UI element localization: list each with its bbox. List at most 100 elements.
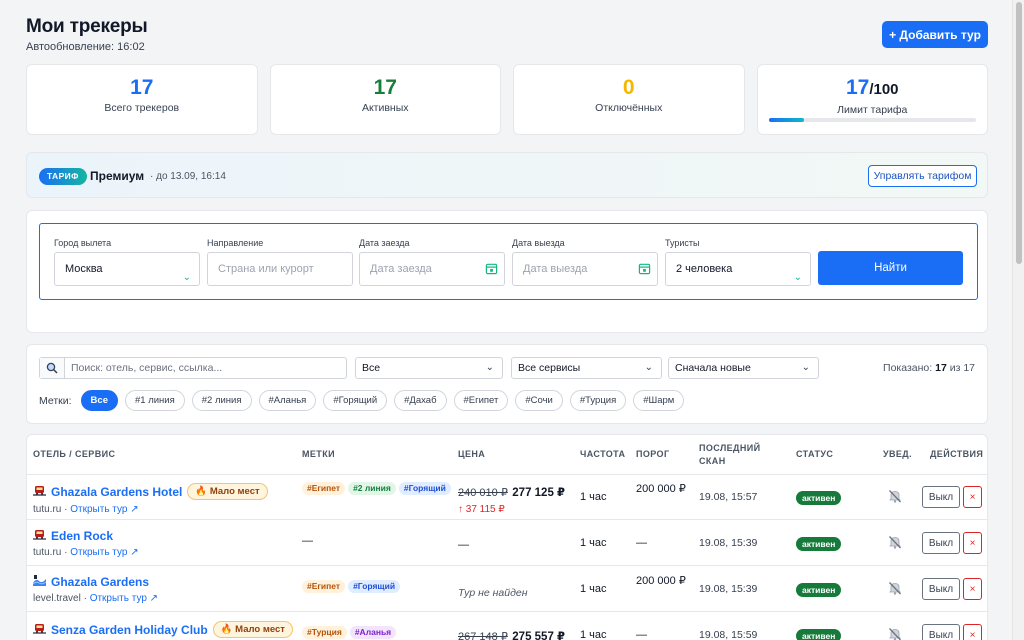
last-scan-cell: 19.08, 15:39 <box>699 583 758 595</box>
stat-limit-value: 17/100 <box>758 75 988 103</box>
calendar-icon[interactable] <box>638 262 651 275</box>
column-header-status[interactable]: Статус <box>796 435 833 474</box>
tag-chip[interactable]: #Шарм <box>633 390 685 411</box>
column-header-frequency[interactable]: Частота <box>580 435 625 474</box>
delete-button[interactable]: × <box>963 486 982 508</box>
row-tag[interactable]: #Египет <box>302 482 346 495</box>
tags-cell: #Турция #Аланья <box>302 626 452 639</box>
service-filter-select[interactable]: Все сервисы ⌄ <box>511 357 662 379</box>
row-tag[interactable]: #Египет <box>302 580 346 593</box>
hotel-meta: tutu.ru · Открыть тур ↗ <box>33 547 139 558</box>
tag-chip[interactable]: #Египет <box>453 390 509 411</box>
sort-select[interactable]: Сначала новые ⌄ <box>668 357 819 379</box>
last-scan-cell: 19.08, 15:39 <box>699 537 758 549</box>
tag-chip[interactable]: #Горящий <box>323 390 388 411</box>
destination-input[interactable]: Страна или курорт <box>207 252 353 286</box>
stat-limit-label: Лимит тарифа <box>837 104 908 116</box>
tag-chip[interactable]: #2 линия <box>191 390 252 411</box>
hotel-link[interactable]: Ghazala Gardens <box>51 575 149 589</box>
hotel-link[interactable]: Eden Rock <box>51 529 113 543</box>
current-price: 275 557 ₽ <box>512 631 566 640</box>
plan-name: Премиум <box>90 169 145 183</box>
row-tag[interactable]: #Горящий <box>398 482 451 495</box>
departure-city-select[interactable]: Москва ⌄ <box>54 252 200 286</box>
checkin-date-field: Дата заезда Дата заезда <box>359 238 505 286</box>
tag-filter-row: Метки: Все #1 линия #2 линия #Аланья #Горящи… <box>39 390 685 411</box>
column-header-threshold[interactable]: Порог <box>636 435 669 474</box>
tag-chip[interactable]: #Аланья <box>258 390 317 411</box>
find-button[interactable]: Найти <box>818 251 963 285</box>
disable-button[interactable]: Выкл <box>922 578 960 600</box>
checkin-date-input[interactable]: Дата заезда <box>359 252 505 286</box>
last-scan-cell: 19.08, 15:59 <box>699 629 758 640</box>
frequency-cell: 1 час <box>580 629 607 640</box>
hotel-link[interactable]: Ghazala Gardens Hotel <box>51 485 182 499</box>
checkin-date-placeholder: Дата заезда <box>370 263 432 275</box>
disable-button[interactable]: Выкл <box>922 486 960 508</box>
disable-button[interactable]: Выкл <box>922 532 960 554</box>
tourists-value: 2 человека <box>676 263 733 275</box>
checkout-date-input[interactable]: Дата выезда <box>512 252 658 286</box>
table-row: Ghazala Gardens Hotel 🔥 Мало мест tutu.ru … <box>27 475 987 520</box>
column-header-hotel[interactable]: Отель / сервис <box>33 435 115 474</box>
train-icon <box>33 530 46 540</box>
limit-progress-bar <box>768 118 976 122</box>
row-tag[interactable]: #Горящий <box>348 580 401 593</box>
hotel-cell: Eden Rock tutu.ru · Открыть тур ↗ <box>33 529 293 558</box>
open-tour-link[interactable]: Открыть тур ↗ <box>90 593 158 604</box>
page-scrollbar[interactable] <box>1012 0 1024 640</box>
tags-cell: — <box>302 535 452 547</box>
calendar-icon[interactable] <box>485 262 498 275</box>
column-header-last-scan[interactable]: Последний скан <box>699 435 769 474</box>
row-tag[interactable]: #Турция <box>302 626 347 639</box>
delete-button[interactable]: × <box>963 624 982 640</box>
filters-panel: Поиск: отель, сервис, ссылка... Все ⌄ Все… <box>26 344 988 424</box>
delete-button[interactable]: × <box>963 532 982 554</box>
price-line: 240 010 ₽ 277 125 ₽ <box>458 483 576 501</box>
search-form: Город вылета Москва ⌄ Направление Страна … <box>39 223 978 300</box>
tag-chip[interactable]: #Дахаб <box>394 390 447 411</box>
row-tag[interactable]: #Аланья <box>349 626 397 639</box>
tourists-select[interactable]: 2 человека ⌄ <box>665 252 811 286</box>
notifications-off-icon[interactable] <box>887 534 907 550</box>
tag-chip[interactable]: #1 линия <box>124 390 185 411</box>
notifications-off-icon[interactable] <box>887 580 907 596</box>
page-header: Мои трекеры Автообновление: 16:02 <box>26 16 148 53</box>
scrollbar-thumb[interactable] <box>1016 2 1022 264</box>
hotel-link[interactable]: Senza Garden Holiday Club <box>51 623 208 637</box>
table-row: Ghazala Gardens level.travel · Открыть ту… <box>27 567 987 612</box>
search-icon-box <box>40 358 65 378</box>
notifications-off-icon[interactable] <box>887 626 907 640</box>
table-row: Senza Garden Holiday Club 🔥 Мало мест #Тур… <box>27 613 987 640</box>
tag-chip[interactable]: #Турция <box>569 390 627 411</box>
hotel-title: Senza Garden Holiday Club 🔥 Мало мест <box>33 621 293 638</box>
stat-limit-count: 17 <box>845 76 870 99</box>
column-header-price[interactable]: Цена <box>458 435 485 474</box>
last-scan-cell: 19.08, 15:57 <box>699 491 758 503</box>
checkout-date-placeholder: Дата выезда <box>523 263 588 275</box>
row-tag[interactable]: #2 линия <box>348 482 396 495</box>
open-tour-link[interactable]: Открыть тур ↗ <box>70 547 138 558</box>
old-price: 267 148 ₽ <box>458 631 508 640</box>
tracker-search-input[interactable]: Поиск: отель, сервис, ссылка... <box>39 357 347 379</box>
stat-limit-max: /100 <box>869 81 899 98</box>
delete-button[interactable]: × <box>963 578 982 600</box>
column-header-notifications: Увед. <box>883 449 913 459</box>
tracker-search-placeholder: Поиск: отель, сервис, ссылка... <box>71 362 223 374</box>
service-icon-wrap <box>33 485 46 499</box>
tag-chip[interactable]: Все <box>80 390 118 411</box>
manage-plan-button[interactable]: Управлять тарифом <box>868 165 977 187</box>
disable-button[interactable]: Выкл <box>922 624 960 640</box>
stat-disabled: 0 Отключённых <box>513 64 745 135</box>
status-filter-select[interactable]: Все ⌄ <box>355 357 503 379</box>
price-cell: 267 148 ₽ 275 557 ₽ <box>458 627 576 640</box>
search-panel: Город вылета Москва ⌄ Направление Страна … <box>26 210 988 333</box>
stat-disabled-value: 0 <box>622 76 635 99</box>
few-seats-badge: 🔥 Мало мест <box>187 483 268 500</box>
stat-total: 17 Всего трекеров <box>26 64 258 135</box>
tour-not-found: Тур не найден <box>458 587 528 599</box>
add-tour-button[interactable]: + Добавить тур <box>882 21 988 48</box>
open-tour-link[interactable]: Открыть тур ↗ <box>70 504 138 515</box>
notifications-off-icon[interactable] <box>887 488 907 504</box>
tag-chip[interactable]: #Сочи <box>515 390 563 411</box>
